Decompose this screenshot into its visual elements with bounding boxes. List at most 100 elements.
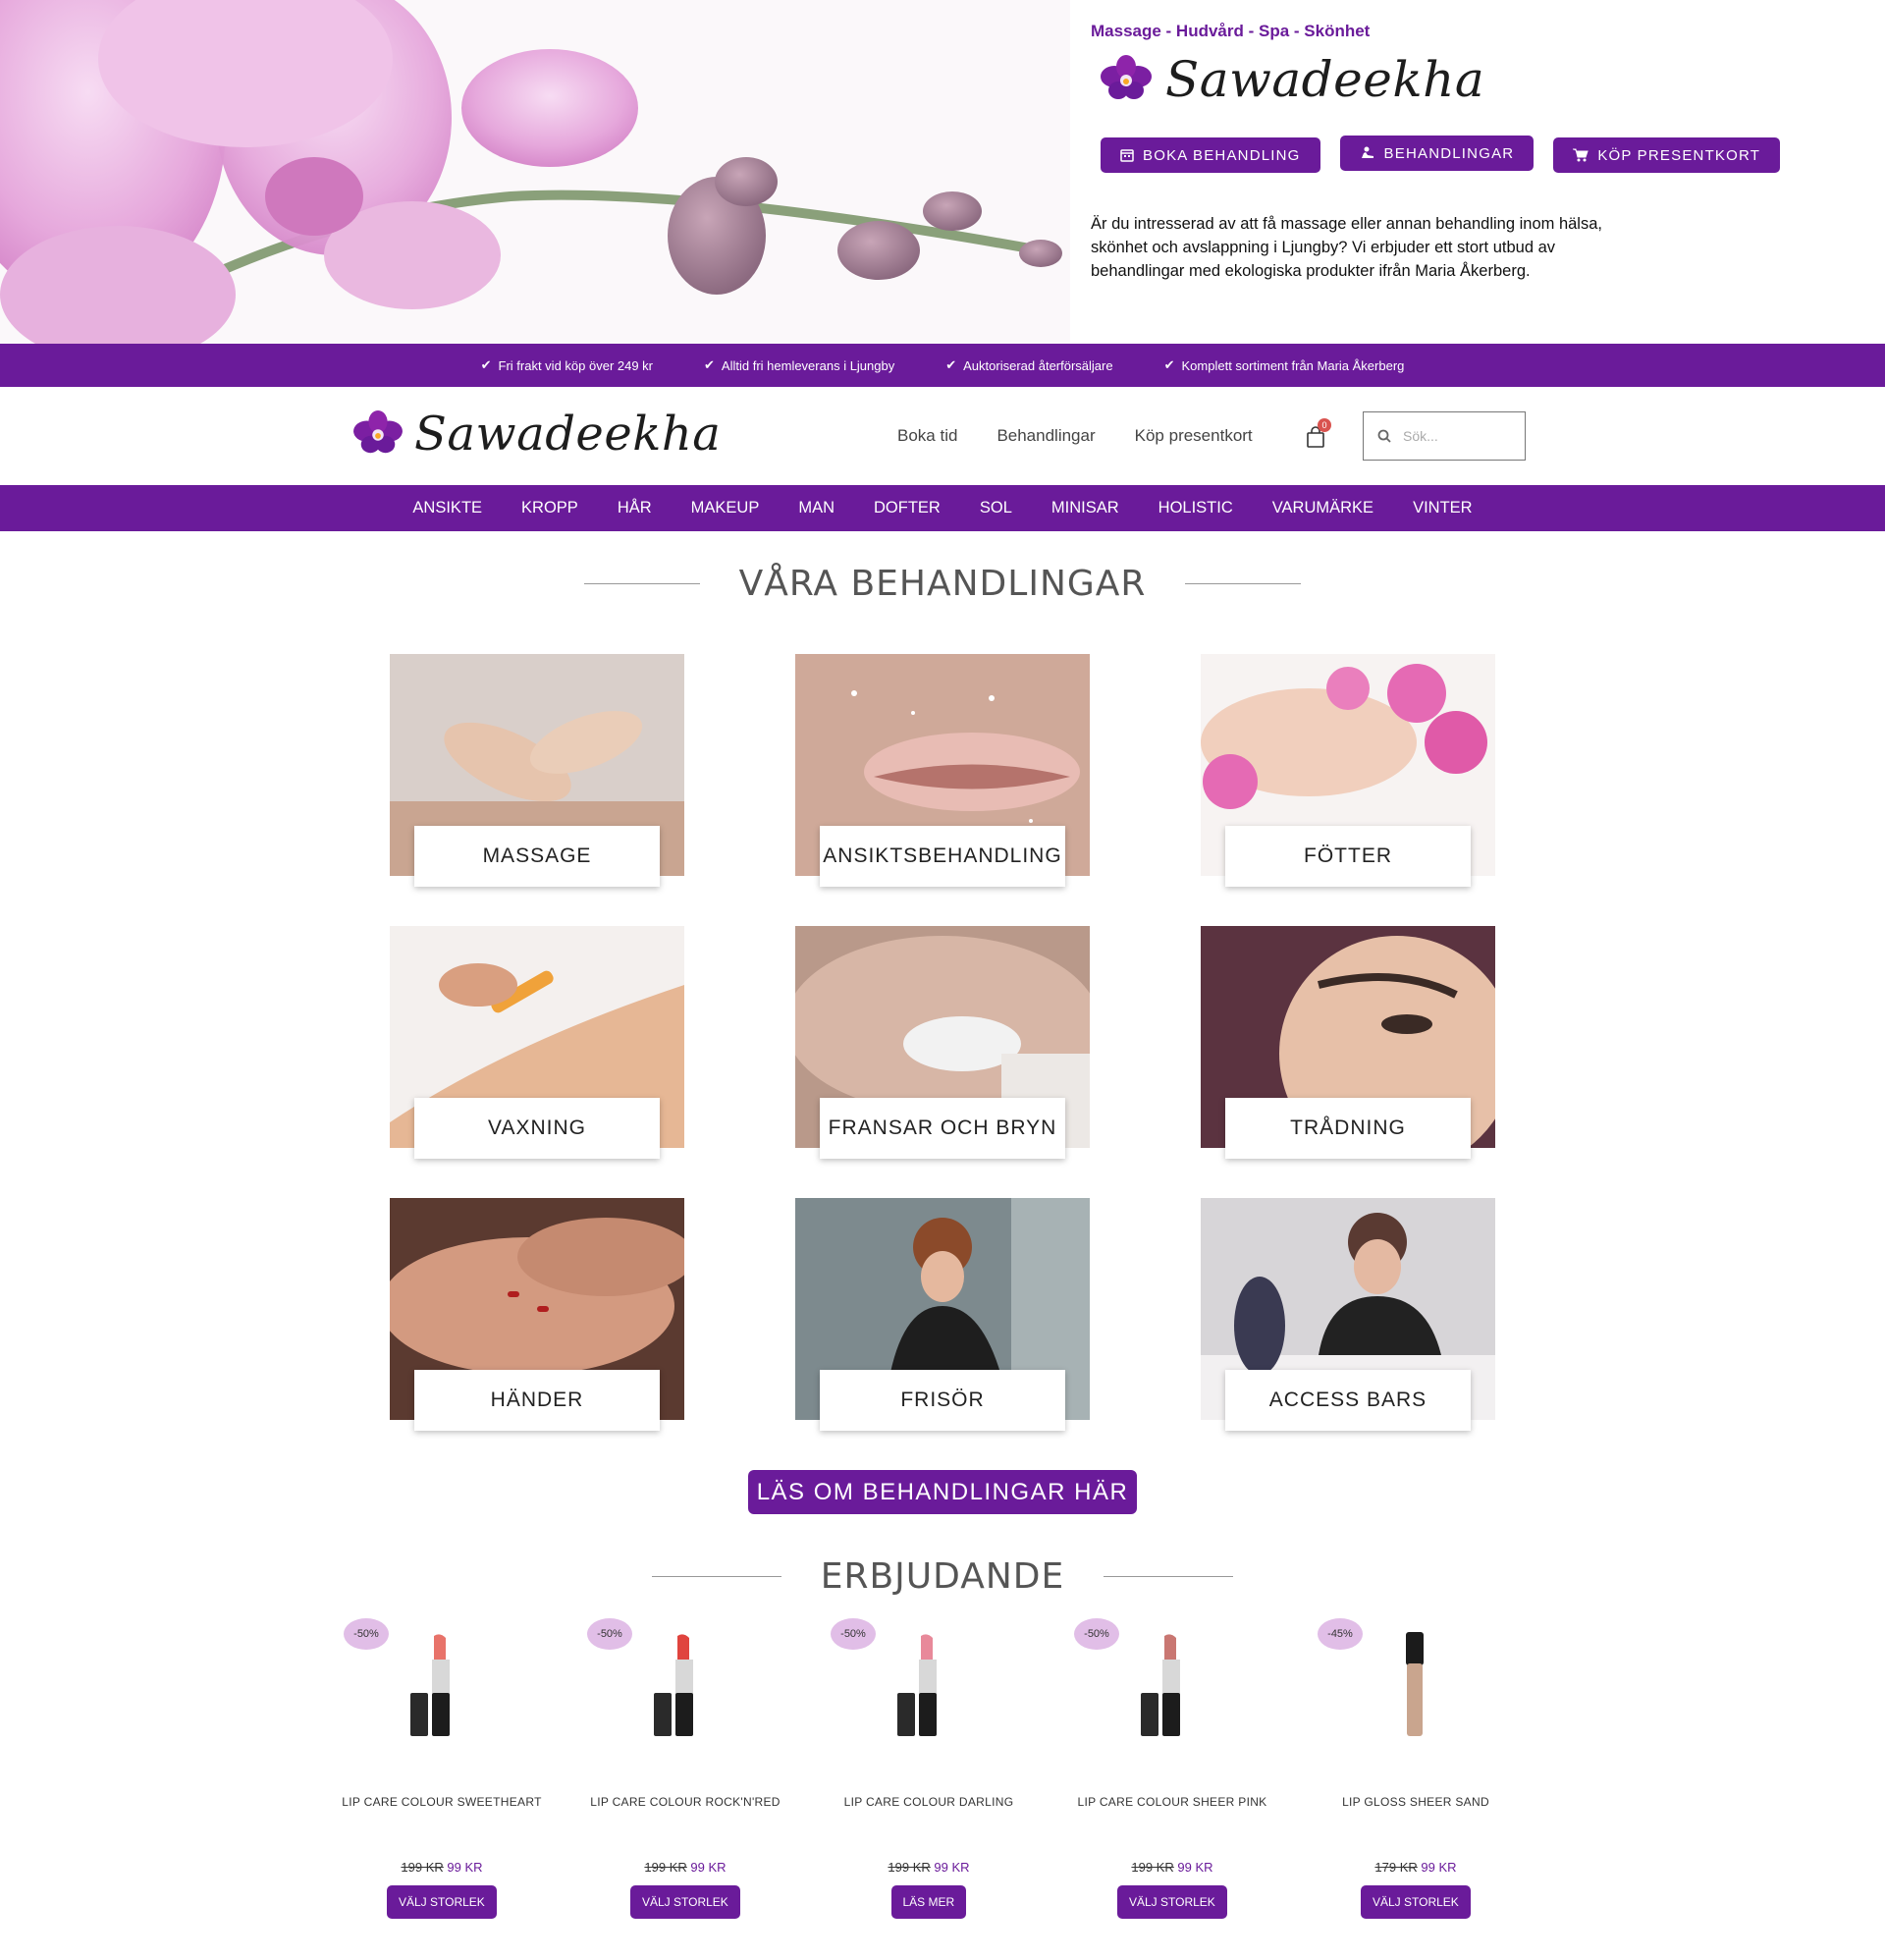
treatment-card-hairdresser[interactable]: FRISÖR xyxy=(795,1198,1090,1431)
usp-text: Fri frakt vid köp över 249 kr xyxy=(498,357,654,373)
old-price: 199 KR xyxy=(644,1860,687,1875)
buy-giftcard-button[interactable]: KÖP PRESENTKORT xyxy=(1553,137,1781,173)
product-card[interactable]: -50% LIP CARE COLOUR SWEETHEART 199 KR 99 … xyxy=(342,1618,541,1942)
category-holistic[interactable]: HOLISTIC xyxy=(1158,499,1233,517)
calendar-icon xyxy=(1120,149,1134,162)
divider xyxy=(1104,1576,1234,1577)
treatment-card-hands[interactable]: HÄNDER xyxy=(380,1198,694,1431)
product-image xyxy=(1141,1634,1180,1736)
nav-book-time[interactable]: Boka tid xyxy=(897,426,957,446)
offers-heading: ERBJUDANDE xyxy=(0,1556,1885,1597)
hero-brand-name: Sawadeekha xyxy=(1165,51,1485,108)
treatments-button[interactable]: BEHANDLINGAR xyxy=(1339,136,1535,171)
treatment-label: VAXNING xyxy=(414,1098,660,1159)
product-card[interactable]: -50% LIP CARE COLOUR SHEER PINK 199 KR 99 … xyxy=(1074,1618,1270,1942)
category-minisar[interactable]: MINISAR xyxy=(1051,499,1119,517)
usp-text: Komplett sortiment från Maria Åkerberg xyxy=(1181,357,1405,373)
product-price: 179 KR 99 KR xyxy=(1318,1860,1514,1875)
header-logo[interactable]: Sawadeekha xyxy=(351,407,721,462)
category-varumarke[interactable]: VARUMÄRKE xyxy=(1272,499,1373,517)
category-har[interactable]: HÅR xyxy=(618,499,652,517)
new-price: 99 KR xyxy=(1421,1860,1457,1875)
search-icon[interactable] xyxy=(1377,429,1391,443)
category-makeup[interactable]: MAKEUP xyxy=(691,499,760,517)
treatment-label: FÖTTER xyxy=(1225,826,1471,887)
usp-text: Alltid fri hemleverans i Ljungby xyxy=(721,357,895,373)
treatments-label: BEHANDLINGAR xyxy=(1383,144,1515,162)
usp-item: ✔ Alltid fri hemleverans i Ljungby xyxy=(704,357,894,373)
product-price: 199 KR 99 KR xyxy=(831,1860,1027,1875)
product-price: 199 KR 99 KR xyxy=(587,1860,783,1875)
offers-title: ERBJUDANDE xyxy=(820,1556,1065,1597)
orchid-logo-icon xyxy=(353,410,403,454)
product-image xyxy=(410,1634,450,1736)
category-kropp[interactable]: KROPP xyxy=(521,499,578,517)
usp-item: ✔ Auktoriserad återförsäljare xyxy=(945,357,1112,373)
search-input[interactable] xyxy=(1403,428,1511,444)
product-price: 199 KR 99 KR xyxy=(344,1860,540,1875)
product-name[interactable]: LIP CARE COLOUR SHEER PINK xyxy=(1064,1795,1280,1809)
hero-section: Massage - Hudvård - Spa - Skönhet Sawade… xyxy=(0,0,1885,344)
treatment-card-feet[interactable]: FÖTTER xyxy=(1201,654,1495,887)
divider xyxy=(1185,583,1302,584)
divider xyxy=(651,1576,781,1577)
checkmark-icon: ✔ xyxy=(1163,357,1175,372)
category-vinter[interactable]: VINTER xyxy=(1413,499,1473,517)
product-name[interactable]: LIP CARE COLOUR ROCK'N'RED xyxy=(577,1795,793,1809)
treatment-card-threading[interactable]: TRÅDNING xyxy=(1201,926,1515,1171)
nav-buy-giftcard[interactable]: Köp presentkort xyxy=(1135,426,1253,446)
old-price: 199 KR xyxy=(888,1860,931,1875)
new-price: 99 KR xyxy=(1177,1860,1213,1875)
treatment-card-access-bars[interactable]: ACCESS BARS xyxy=(1201,1198,1495,1431)
category-sol[interactable]: SOL xyxy=(980,499,1012,517)
product-name[interactable]: LIP CARE COLOUR SWEETHEART xyxy=(334,1795,550,1809)
product-price: 199 KR 99 KR xyxy=(1074,1860,1270,1875)
product-action-button[interactable]: VÄLJ STORLEK xyxy=(387,1885,497,1919)
buy-giftcard-label: KÖP PRESENTKORT xyxy=(1597,146,1761,164)
treatments-title: VÅRA BEHANDLINGAR xyxy=(738,564,1147,604)
header-brand-name: Sawadeekha xyxy=(414,407,722,462)
new-price: 99 KR xyxy=(690,1860,727,1875)
hero-intro-text: Är du intresserad av att få massage elle… xyxy=(1091,215,1602,280)
old-price: 199 KR xyxy=(1131,1860,1174,1875)
product-action-button[interactable]: LÄS MER xyxy=(890,1885,967,1919)
usp-bar: ✔ Fri frakt vid köp över 249 kr ✔ Alltid f… xyxy=(0,344,1885,387)
search-box xyxy=(1363,411,1526,461)
treatment-card-facial[interactable]: ANSIKTSBEHANDLING xyxy=(795,654,1090,887)
header-nav: Boka tid Behandlingar Köp presentkort xyxy=(897,426,1253,446)
treatment-card-lashes[interactable]: FRANSAR OCH BRYN xyxy=(785,926,1100,1159)
category-nav: ANSIKTE KROPP HÅR MAKEUP MAN DOFTER SOL … xyxy=(0,485,1885,531)
product-name[interactable]: LIP CARE COLOUR DARLING xyxy=(821,1795,1037,1809)
treatment-card-massage[interactable]: MASSAGE xyxy=(390,654,684,887)
product-card[interactable]: -50% LIP CARE COLOUR DARLING 199 KR 99 KR L… xyxy=(831,1618,1027,1942)
product-action-button[interactable]: VÄLJ STORLEK xyxy=(1361,1885,1471,1919)
product-action-button[interactable]: VÄLJ STORLEK xyxy=(1117,1885,1227,1919)
new-price: 99 KR xyxy=(934,1860,970,1875)
site-header: Sawadeekha Boka tid Behandlingar Köp pre… xyxy=(0,387,1885,485)
treatment-label: ACCESS BARS xyxy=(1225,1370,1471,1431)
treatment-label: FRISÖR xyxy=(820,1370,1065,1431)
product-card[interactable]: -50% LIP CARE COLOUR ROCK'N'RED 199 KR 99 … xyxy=(587,1618,783,1942)
product-action-button[interactable]: VÄLJ STORLEK xyxy=(630,1885,740,1919)
treatment-card-waxing[interactable]: VAXNING xyxy=(390,926,684,1159)
orchid-logo-icon xyxy=(1101,55,1152,99)
book-treatment-button[interactable]: BOKA BEHANDLING xyxy=(1101,137,1320,173)
treatment-label: MASSAGE xyxy=(414,826,660,887)
product-card[interactable]: -45% LIP GLOSS SHEER SAND 179 KR 99 KR VÄLJ… xyxy=(1318,1618,1514,1942)
checkmark-icon: ✔ xyxy=(945,357,957,372)
category-ansikte[interactable]: ANSIKTE xyxy=(412,499,482,517)
book-treatment-label: BOKA BEHANDLING xyxy=(1143,146,1301,164)
divider xyxy=(583,583,700,584)
checkmark-icon: ✔ xyxy=(480,357,492,372)
category-dofter[interactable]: DOFTER xyxy=(874,499,941,517)
old-price: 179 KR xyxy=(1374,1860,1418,1875)
treatment-label: FRANSAR OCH BRYN xyxy=(820,1098,1065,1159)
read-treatments-button[interactable]: LÄS OM BEHANDLINGAR HÄR xyxy=(748,1470,1137,1514)
usp-item: ✔ Fri frakt vid köp över 249 kr xyxy=(481,357,653,373)
product-name[interactable]: LIP GLOSS SHEER SAND xyxy=(1308,1795,1524,1809)
hero-logo[interactable]: Sawadeekha xyxy=(1099,51,1484,108)
category-man[interactable]: MAN xyxy=(798,499,835,517)
product-image xyxy=(654,1634,693,1736)
nav-treatments[interactable]: Behandlingar xyxy=(996,426,1095,446)
treatment-label: ANSIKTSBEHANDLING xyxy=(820,826,1065,887)
